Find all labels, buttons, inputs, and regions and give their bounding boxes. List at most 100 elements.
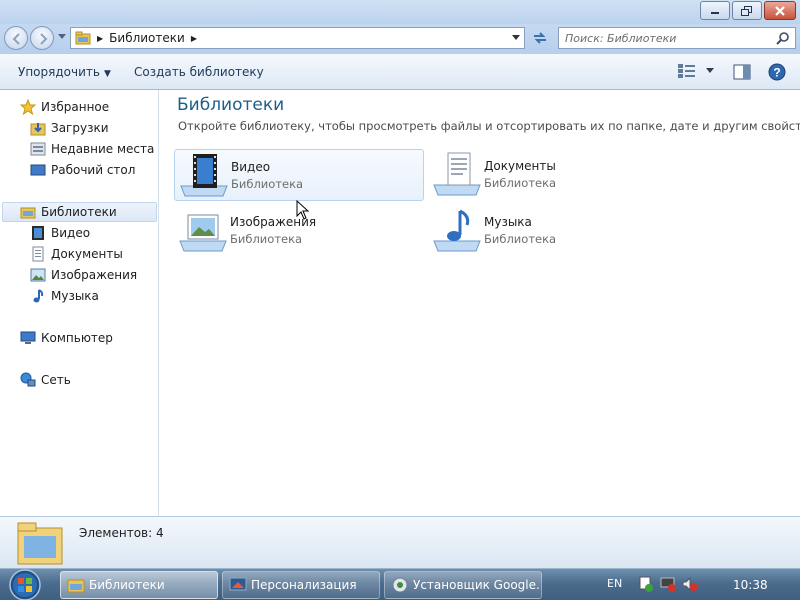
breadcrumb-separator-icon[interactable]: ▶ <box>97 34 103 43</box>
library-video[interactable]: Видео Библиотека <box>174 149 424 201</box>
close-button[interactable] <box>764 1 796 20</box>
system-clock[interactable]: 10:38 <box>733 578 768 592</box>
forward-button[interactable] <box>30 26 54 50</box>
taskbar: Библиотеки Персонализация Установщик Goo… <box>0 568 800 600</box>
organize-menu-button[interactable]: Упорядочить ▼ <box>18 65 111 79</box>
refresh-icon <box>534 32 546 44</box>
chevron-down-icon <box>706 68 714 73</box>
nav-video-label: Видео <box>51 226 91 240</box>
title-bar <box>0 0 800 24</box>
page-description: Откройте библиотеку, чтобы просмотреть ф… <box>178 119 800 133</box>
restore-icon <box>741 5 752 16</box>
video-library-icon <box>180 154 228 197</box>
library-type: Библиотека <box>231 177 304 191</box>
organize-label: Упорядочить <box>18 65 100 79</box>
documents-icon <box>30 246 46 262</box>
library-name: Музыка <box>484 215 532 229</box>
taskbar-item-label: Библиотеки <box>89 578 165 592</box>
video-icon <box>30 225 46 241</box>
downloads-folder-icon <box>30 120 46 136</box>
create-library-button[interactable]: Создать библиотеку <box>134 65 264 79</box>
chevron-down-icon: ▼ <box>103 69 111 79</box>
nav-desktop[interactable]: Рабочий стол <box>30 160 135 180</box>
command-bar: Упорядочить ▼ Создать библиотеку ? <box>0 54 800 90</box>
installer-icon <box>392 577 408 593</box>
back-button[interactable] <box>4 26 28 50</box>
nav-libraries-label: Библиотеки <box>41 205 117 219</box>
library-music[interactable]: Музыка Библиотека <box>428 205 678 257</box>
nav-recent-places-label: Недавние места <box>51 142 155 156</box>
desktop-icon <box>30 162 46 178</box>
window-controls <box>700 1 796 20</box>
mouse-cursor-icon <box>296 200 310 220</box>
computer-icon <box>20 330 36 346</box>
nav-libraries[interactable]: Библиотеки <box>2 202 157 222</box>
nav-downloads-label: Загрузки <box>51 121 109 135</box>
nav-documents-label: Документы <box>51 247 123 261</box>
svg-text:?: ? <box>773 66 780 80</box>
start-button[interactable] <box>6 569 44 600</box>
view-details-icon <box>678 64 695 78</box>
forward-arrow-icon <box>40 33 48 45</box>
address-dropdown-icon[interactable] <box>512 35 520 41</box>
library-name: Видео <box>231 160 271 174</box>
address-row: ▶ Библиотеки ▶ <box>0 24 800 54</box>
music-library-icon <box>433 209 481 252</box>
network-status-icon[interactable] <box>660 576 676 592</box>
taskbar-item-google-installer[interactable]: Установщик Google... <box>384 571 542 599</box>
libraries-folder-icon <box>67 579 85 593</box>
nav-music[interactable]: Музыка <box>30 286 99 306</box>
library-name: Документы <box>484 159 556 173</box>
nav-computer[interactable]: Компьютер <box>20 328 113 348</box>
search-input[interactable] <box>559 28 759 48</box>
nav-desktop-label: Рабочий стол <box>51 163 136 177</box>
star-icon <box>20 99 36 115</box>
navigation-pane: Избранное Загрузки Недавние места Рабочи… <box>0 90 159 516</box>
libraries-folder-icon <box>20 204 36 220</box>
preview-pane-icon[interactable] <box>733 64 751 80</box>
recent-places-icon <box>30 141 46 157</box>
refresh-button[interactable] <box>528 28 552 48</box>
library-type: Библиотека <box>230 232 303 246</box>
restore-button[interactable] <box>732 1 762 20</box>
address-bar[interactable]: ▶ Библиотеки ▶ <box>70 27 525 49</box>
nav-computer-label: Компьютер <box>41 331 113 345</box>
nav-video[interactable]: Видео <box>30 223 90 243</box>
page-title: Библиотеки <box>177 95 285 115</box>
nav-music-label: Музыка <box>51 289 99 303</box>
breadcrumb-separator-icon[interactable]: ▶ <box>191 34 197 43</box>
back-arrow-icon <box>12 33 20 45</box>
details-pane: Элементов: 4 <box>0 516 800 568</box>
item-count: Элементов: 4 <box>79 526 164 540</box>
nav-favorites[interactable]: Избранное <box>20 97 109 117</box>
volume-muted-icon[interactable] <box>682 576 698 592</box>
action-center-icon[interactable] <box>638 576 654 592</box>
help-icon[interactable]: ? <box>768 63 786 81</box>
library-type: Библиотека <box>484 176 557 190</box>
minimize-icon <box>711 11 719 14</box>
nav-pictures-label: Изображения <box>51 268 138 282</box>
pictures-icon <box>30 267 46 283</box>
search-icon[interactable] <box>776 31 790 45</box>
library-documents[interactable]: Документы Библиотека <box>428 149 678 201</box>
nav-recent-places[interactable]: Недавние места <box>30 139 154 159</box>
nav-downloads[interactable]: Загрузки <box>30 118 109 138</box>
personalization-icon <box>229 577 247 591</box>
nav-pictures[interactable]: Изображения <box>30 265 137 285</box>
change-view-button[interactable] <box>678 64 714 78</box>
nav-network[interactable]: Сеть <box>20 370 71 390</box>
taskbar-item-label: Персонализация <box>251 578 357 592</box>
taskbar-item-personalization[interactable]: Персонализация <box>222 571 380 599</box>
search-box[interactable] <box>558 27 796 49</box>
network-icon <box>20 372 36 388</box>
taskbar-item-libraries[interactable]: Библиотеки <box>60 571 218 599</box>
nav-documents[interactable]: Документы <box>30 244 123 264</box>
library-type: Библиотека <box>484 232 557 246</box>
recent-pages-dropdown-icon[interactable] <box>58 34 66 40</box>
language-indicator[interactable]: EN <box>607 577 622 590</box>
minimize-button[interactable] <box>700 1 730 20</box>
content-area: Библиотеки Откройте библиотеку, чтобы пр… <box>160 90 800 516</box>
libraries-folder-icon <box>75 31 91 45</box>
breadcrumb-libraries[interactable]: Библиотеки <box>109 31 185 45</box>
notification-area <box>638 576 698 592</box>
